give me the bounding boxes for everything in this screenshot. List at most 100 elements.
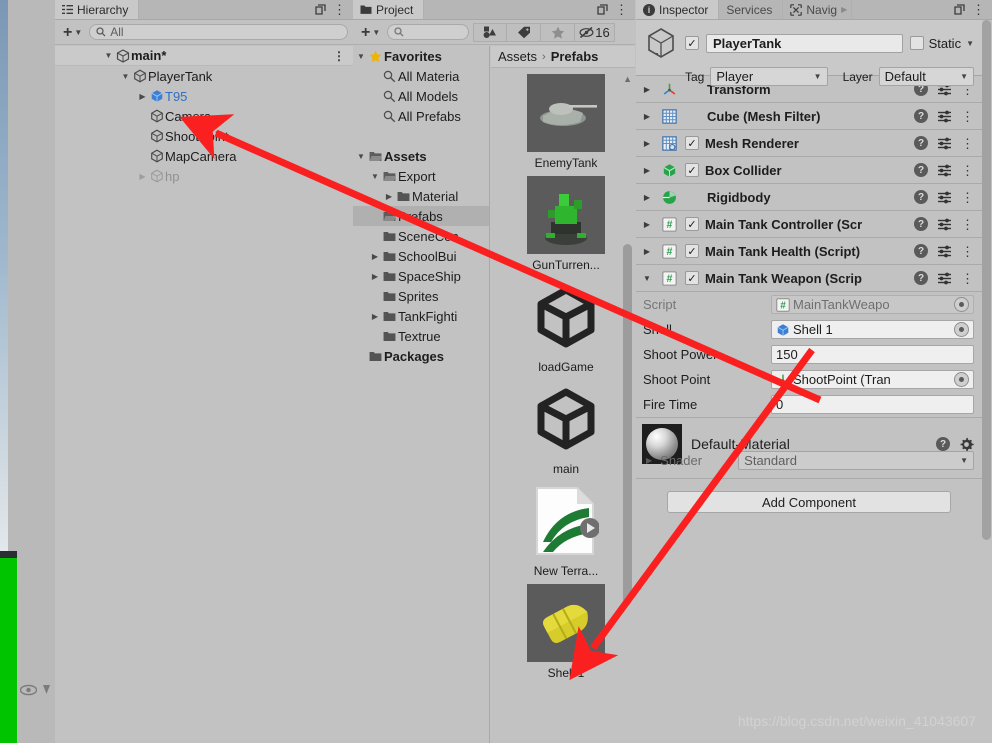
expand-arrow[interactable]: ▶: [369, 312, 381, 321]
expand-arrow[interactable]: ▶: [369, 272, 381, 281]
component-expand-arrow[interactable]: ▶: [641, 166, 653, 175]
component-menu-icon[interactable]: ⋮: [961, 272, 974, 285]
hierarchy-create-button[interactable]: + ▼: [60, 24, 85, 40]
asset-item[interactable]: main: [491, 380, 635, 476]
project-tree-item[interactable]: ▶: [353, 126, 489, 146]
expand-arrow[interactable]: ▶: [137, 172, 148, 181]
component-menu-icon[interactable]: ⋮: [961, 245, 974, 258]
expand-arrow[interactable]: ▼: [369, 172, 381, 181]
project-tree-item-schoolbui[interactable]: ▶ SchoolBui: [353, 246, 489, 266]
more-tabs-icon[interactable]: ▶: [841, 5, 847, 14]
component-enabled-checkbox[interactable]: ✓: [685, 136, 699, 150]
layer-dropdown[interactable]: Default ▼: [878, 67, 974, 86]
project-scrollbar[interactable]: [623, 74, 632, 740]
hidden-assets-toggle[interactable]: 16: [575, 22, 615, 42]
maximize-icon[interactable]: [954, 4, 965, 15]
component-header[interactable]: ▶ ✓ Box Collider? ⋮: [636, 157, 982, 184]
help-icon[interactable]: ?: [914, 109, 928, 123]
component-header[interactable]: ▶ # ✓ Main Tank Controller (Scr? ⋮: [636, 211, 982, 238]
tab-project[interactable]: Project: [353, 0, 425, 19]
expand-arrow[interactable]: ▼: [355, 152, 367, 161]
project-tree-item-favorites[interactable]: ▼ Favorites: [353, 46, 489, 66]
asset-item[interactable]: EnemyTank: [491, 74, 635, 170]
component-menu-icon[interactable]: ⋮: [961, 191, 974, 204]
component-menu-icon[interactable]: ⋮: [961, 110, 974, 123]
property-value-field[interactable]: Shell 1: [771, 320, 974, 339]
project-tree-item-packages[interactable]: ▶Packages: [353, 346, 489, 366]
component-enabled-checkbox[interactable]: ✓: [685, 163, 699, 177]
expand-arrow[interactable]: ▶: [137, 92, 148, 101]
project-tree-item-sprites[interactable]: ▶Sprites: [353, 286, 489, 306]
gameobject-name-field[interactable]: PlayerTank: [706, 33, 903, 53]
property-value-field[interactable]: # MainTankWeapo: [771, 295, 974, 314]
project-tree-item-material[interactable]: ▶ Material: [353, 186, 489, 206]
scene-expand-arrow[interactable]: ▼: [103, 51, 114, 60]
inspector-menu-icon[interactable]: ⋮: [972, 3, 985, 16]
project-menu-icon[interactable]: ⋮: [615, 3, 628, 16]
tab-inspector[interactable]: i Inspector: [636, 0, 720, 19]
tag-dropdown[interactable]: Player ▼: [710, 67, 828, 86]
property-value-field[interactable]: 150: [771, 345, 974, 364]
object-filter-icon[interactable]: [473, 22, 508, 42]
preset-icon[interactable]: [937, 218, 952, 231]
asset-item[interactable]: New Terra...: [491, 482, 635, 578]
project-tree-item-scenecon[interactable]: ▶SceneCon: [353, 226, 489, 246]
component-enabled-checkbox[interactable]: ✓: [685, 271, 699, 285]
component-header[interactable]: ▶ # ✓ Main Tank Health (Script)? ⋮: [636, 238, 982, 265]
property-value-field[interactable]: 0: [771, 395, 974, 414]
label-filter-icon[interactable]: [507, 22, 542, 42]
project-tree-item-assets[interactable]: ▼ Assets: [353, 146, 489, 166]
expand-arrow[interactable]: ▶: [369, 252, 381, 261]
hierarchy-item-t95[interactable]: ▶ T95: [55, 86, 353, 106]
component-header[interactable]: ▶ ✓ Mesh Renderer? ⋮: [636, 130, 982, 157]
hierarchy-item-mapcamera[interactable]: ▶MapCamera: [55, 146, 353, 166]
preset-icon[interactable]: [937, 272, 952, 285]
component-expand-arrow[interactable]: ▼: [641, 274, 653, 283]
component-expand-arrow[interactable]: ▶: [641, 193, 653, 202]
object-picker-icon[interactable]: [954, 322, 969, 337]
object-picker-icon[interactable]: [954, 372, 969, 387]
project-tree-item-all models[interactable]: ▶All Models: [353, 86, 489, 106]
maximize-icon[interactable]: [597, 4, 608, 15]
asset-item[interactable]: Shell 1: [491, 584, 635, 680]
component-menu-icon[interactable]: ⋮: [961, 218, 974, 231]
expand-arrow[interactable]: ▼: [120, 72, 131, 81]
hierarchy-item-camera[interactable]: ▶Camera: [55, 106, 353, 126]
project-tree-item-textrue[interactable]: ▶Textrue: [353, 326, 489, 346]
favorite-star-icon[interactable]: [541, 22, 576, 42]
object-picker-icon[interactable]: [954, 297, 969, 312]
project-search-input[interactable]: [387, 24, 470, 40]
expand-arrow[interactable]: ▼: [355, 52, 367, 61]
help-icon[interactable]: ?: [914, 271, 928, 285]
help-icon[interactable]: ?: [914, 244, 928, 258]
hierarchy-menu-icon[interactable]: ⋮: [333, 3, 346, 16]
hierarchy-item-hp[interactable]: ▶ hp: [55, 166, 353, 186]
tab-navigation[interactable]: Navig ▶: [783, 0, 853, 19]
project-tree-item-export[interactable]: ▼ Export: [353, 166, 489, 186]
scene-menu-icon[interactable]: ⋮: [333, 49, 353, 63]
help-icon[interactable]: ?: [914, 136, 928, 150]
add-component-button[interactable]: Add Component: [667, 491, 951, 513]
component-enabled-checkbox[interactable]: ✓: [685, 244, 699, 258]
shader-dropdown[interactable]: Standard ▼: [738, 451, 974, 470]
help-icon[interactable]: ?: [914, 163, 928, 177]
component-header[interactable]: ▶ Rigidbody? ⋮: [636, 184, 982, 211]
component-expand-arrow[interactable]: ▶: [641, 247, 653, 256]
project-tree-item-all materia[interactable]: ▶All Materia: [353, 66, 489, 86]
help-icon[interactable]: ?: [914, 190, 928, 204]
hierarchy-item-playertank[interactable]: ▼ PlayerTank: [55, 66, 353, 86]
preset-icon[interactable]: [937, 110, 952, 123]
component-header[interactable]: ▶ Cube (Mesh Filter)? ⋮: [636, 103, 982, 130]
hierarchy-item-shootpoint[interactable]: ▶ShootPoint: [55, 126, 353, 146]
gameobject-enabled-checkbox[interactable]: ✓: [685, 36, 699, 50]
help-icon[interactable]: ?: [936, 437, 950, 451]
project-tree-item-spaceship[interactable]: ▶ SpaceShip: [353, 266, 489, 286]
component-menu-icon[interactable]: ⋮: [961, 164, 974, 177]
preset-icon[interactable]: [937, 191, 952, 204]
static-dropdown-icon[interactable]: ▼: [966, 39, 974, 48]
component-expand-arrow[interactable]: ▶: [641, 220, 653, 229]
breadcrumb-current[interactable]: Prefabs: [551, 49, 599, 64]
tab-hierarchy[interactable]: Hierarchy: [55, 0, 140, 19]
breadcrumb-root[interactable]: Assets: [498, 49, 537, 64]
preset-icon[interactable]: [937, 137, 952, 150]
